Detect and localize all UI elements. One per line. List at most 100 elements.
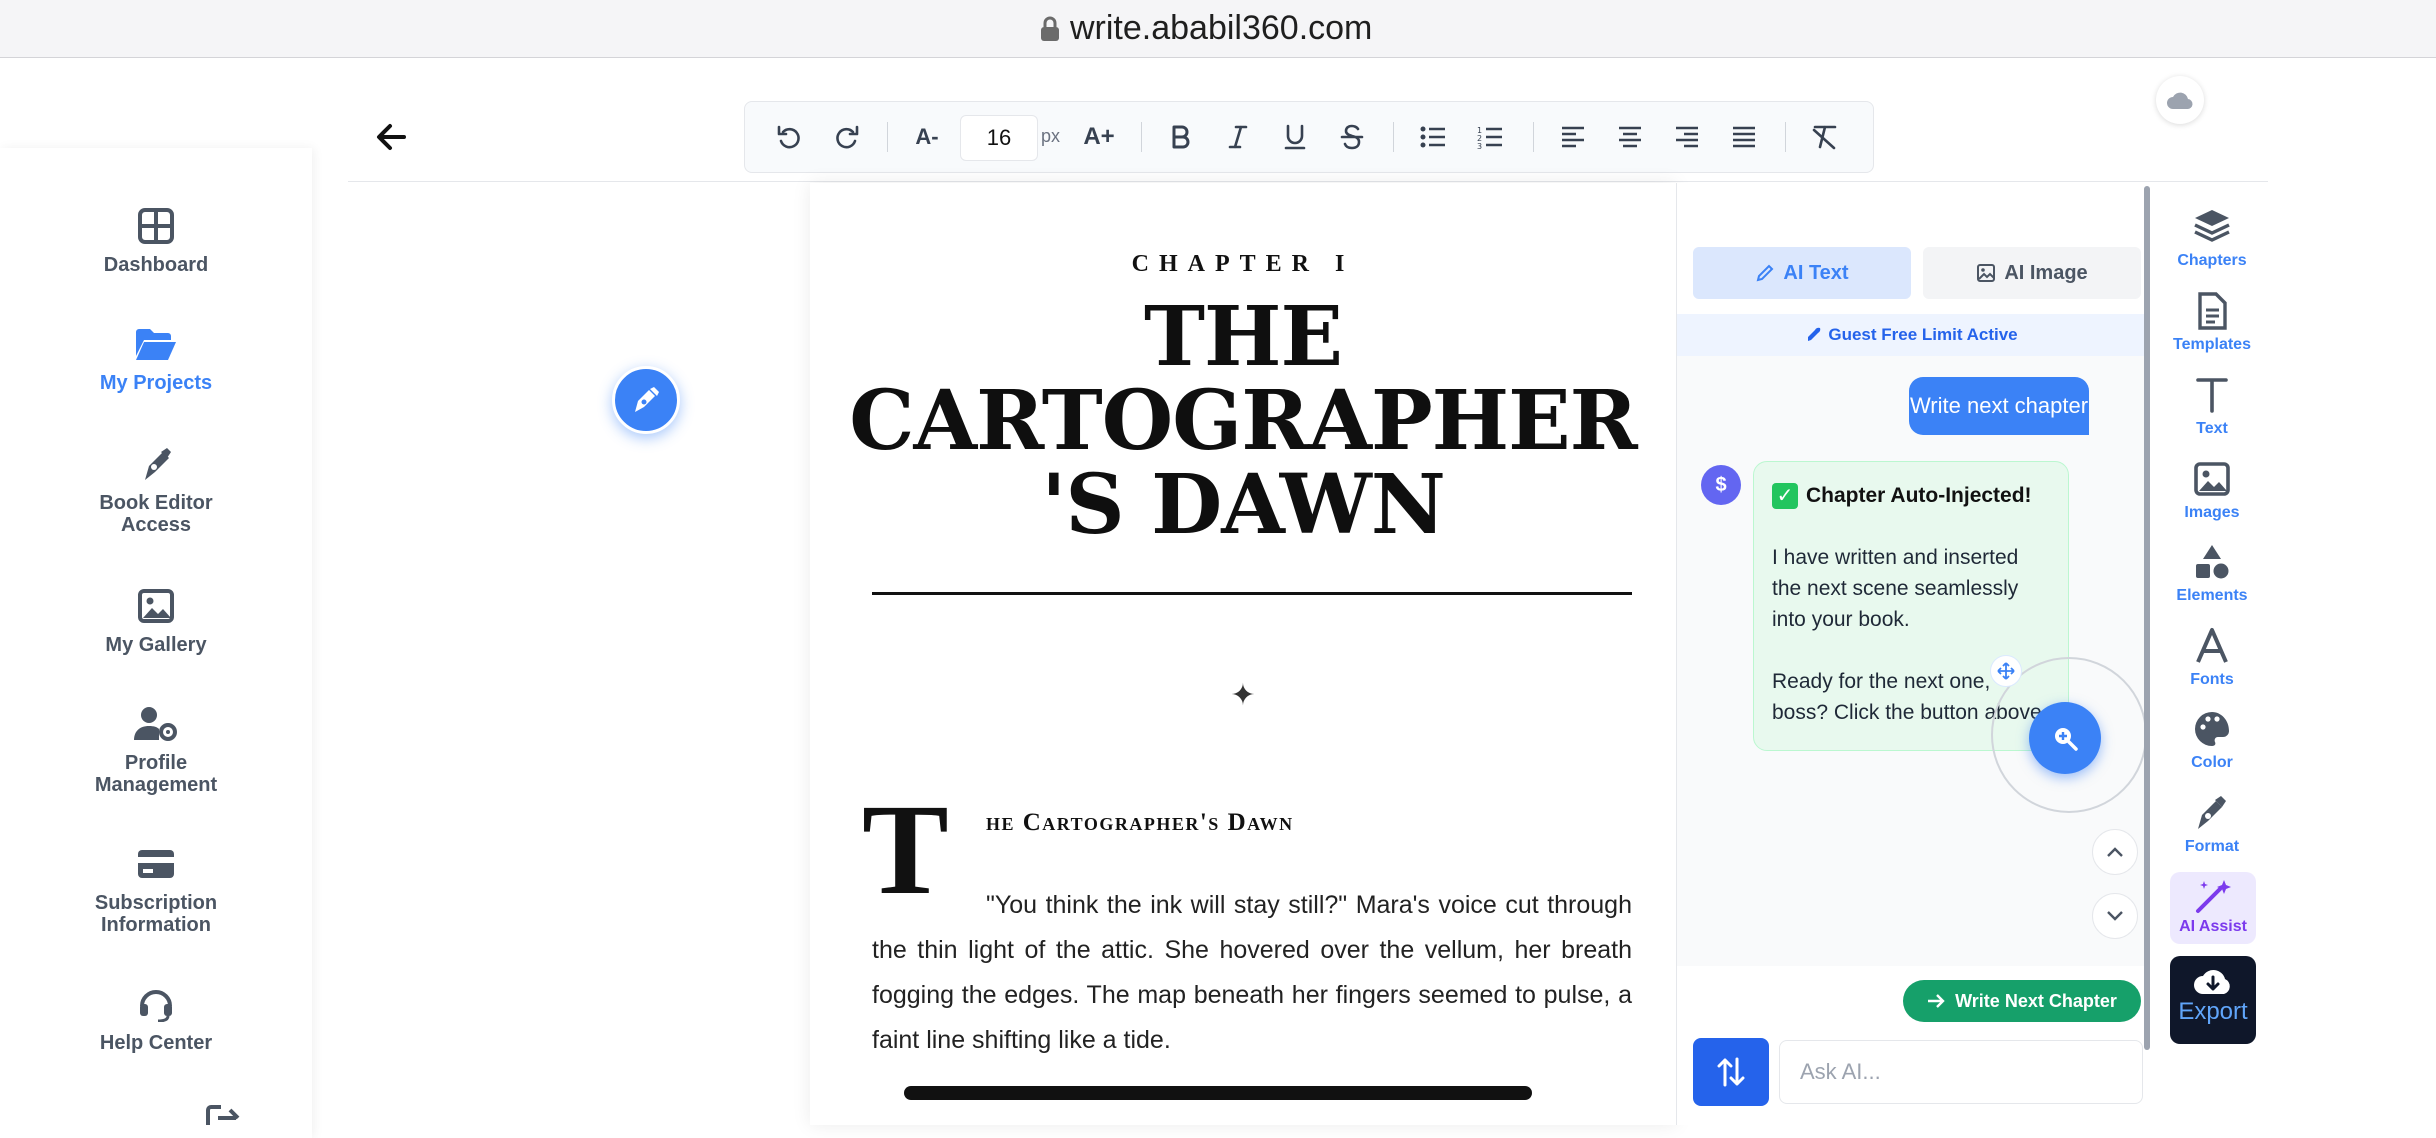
file-text-icon (2198, 292, 2227, 330)
pen-nib-icon (2198, 796, 2226, 829)
rail-item-fonts[interactable]: Fonts (2170, 627, 2254, 689)
strikethrough-icon (1340, 124, 1364, 150)
align-left-icon (1562, 126, 1584, 148)
sidebar-item-help-center[interactable]: Help Center (0, 986, 312, 1054)
italic-icon (1228, 125, 1248, 149)
rail-item-label: Format (2184, 838, 2240, 855)
align-left-button[interactable] (1557, 121, 1589, 153)
title-line: THE (1144, 289, 1343, 385)
zoom-in-icon (2055, 728, 2078, 751)
align-right-icon (1676, 126, 1698, 148)
bot-message-title: Chapter Auto-Injected! (1806, 484, 2032, 507)
scroll-up-button[interactable] (2092, 829, 2138, 875)
folder-open-icon (136, 329, 176, 360)
sidebar-item-dashboard[interactable]: Dashboard (0, 208, 312, 276)
chevron-up-icon (2107, 847, 2123, 857)
zoom-button[interactable] (2029, 702, 2101, 774)
rail-item-images[interactable]: Images (2170, 460, 2254, 522)
rail-item-label: AI Assist (2179, 918, 2247, 935)
image-icon (2194, 462, 2230, 496)
toolbar-divider (887, 122, 888, 152)
document-page[interactable]: CHAPTER I THE CARTOGRAPHER 'S DAWN ✦ T h… (810, 183, 1676, 1125)
horizontal-scrollbar[interactable] (904, 1086, 1532, 1100)
sidebar-item-label: Book Editor Access (99, 492, 213, 536)
sidebar-item-profile-management[interactable]: Profile Management (0, 706, 312, 796)
strikethrough-button[interactable] (1336, 121, 1368, 153)
cloud-sync-button[interactable] (2156, 76, 2204, 124)
undo-button[interactable] (773, 121, 805, 153)
align-justify-icon (1733, 126, 1755, 148)
user-message: Write next chapter (1909, 377, 2089, 435)
check-mark-icon: ✓ (1772, 482, 1798, 509)
rail-item-label: Text (2196, 420, 2228, 437)
bullet-list-button[interactable] (1417, 121, 1449, 153)
title-divider (872, 592, 1632, 595)
move-icon (1997, 662, 2015, 680)
lock-icon (1041, 16, 1059, 41)
rail-item-ai-assist[interactable]: AI Assist (2170, 872, 2256, 944)
rail-item-chapters[interactable]: Chapters (2170, 208, 2254, 270)
logout-icon[interactable] (204, 1104, 240, 1125)
italic-button[interactable] (1222, 121, 1254, 153)
floating-edit-button[interactable] (612, 366, 680, 434)
image-icon (138, 589, 174, 623)
tab-ai-text[interactable]: AI Text (1693, 247, 1911, 299)
rocket-icon (1808, 327, 1821, 341)
browser-address-bar[interactable]: write.ababil360.com (0, 0, 2436, 58)
export-label: Export (2178, 998, 2248, 1025)
clear-format-button[interactable] (1809, 121, 1841, 153)
rail-item-label: Templates (2173, 336, 2251, 353)
rail-item-label: Elements (2176, 587, 2248, 604)
rail-item-elements[interactable]: Elements (2170, 543, 2254, 605)
headset-icon (140, 990, 172, 1022)
clear-format-icon (1812, 125, 1837, 150)
sidebar-item-subscription-information[interactable]: Subscription Information (0, 846, 312, 936)
align-justify-button[interactable] (1728, 121, 1760, 153)
sidebar-item-my-projects[interactable]: My Projects (0, 326, 312, 394)
arrow-right-icon (1928, 994, 1945, 1008)
align-right-button[interactable] (1671, 121, 1703, 153)
tab-ai-image[interactable]: AI Image (1923, 247, 2141, 299)
pen-nib-icon (635, 387, 659, 412)
drag-handle[interactable] (1990, 655, 2022, 687)
toolbar-divider (1141, 122, 1142, 152)
rail-item-text[interactable]: Text (2170, 376, 2254, 438)
rail-item-color[interactable]: Color (2170, 710, 2254, 772)
toolbar-divider-line (348, 181, 2268, 182)
rail-item-label: Fonts (2190, 671, 2234, 688)
numbered-list-button[interactable]: 123 (1474, 121, 1506, 153)
rail-item-label: Color (2191, 754, 2233, 771)
ask-ai-input[interactable] (1779, 1040, 2143, 1104)
swap-button[interactable] (1693, 1038, 1769, 1106)
export-button[interactable]: Export (2170, 956, 2256, 1044)
undo-icon (777, 125, 800, 149)
body-paragraph[interactable]: "You think the ink will stay still?" Mar… (872, 883, 1632, 1063)
scroll-down-button[interactable] (2092, 893, 2138, 939)
vertical-scrollbar[interactable] (2144, 186, 2150, 1050)
rail-item-templates[interactable]: Templates (2170, 292, 2254, 354)
book-title[interactable]: THE CARTOGRAPHER 'S DAWN (810, 295, 1676, 547)
increase-font-button[interactable]: A+ (1083, 121, 1115, 153)
title-line: 'S DAWN (1041, 457, 1446, 553)
align-center-button[interactable] (1614, 121, 1646, 153)
bot-message-text: I have written and inserted the next sce… (1772, 546, 2019, 631)
url-display[interactable]: write.ababil360.com (1040, 9, 1372, 48)
bold-button[interactable] (1165, 121, 1197, 153)
font-size-input[interactable] (960, 115, 1038, 161)
palette-icon (2195, 712, 2229, 746)
redo-button[interactable] (831, 121, 863, 153)
sidebar-item-label: Profile Management (94, 752, 218, 796)
cloud-download-icon (2194, 970, 2230, 994)
back-arrow-icon[interactable] (374, 120, 408, 154)
sidebar-item-my-gallery[interactable]: My Gallery (0, 588, 312, 656)
underline-button[interactable] (1279, 121, 1311, 153)
sidebar-item-book-editor-access[interactable]: Book Editor Access (0, 446, 312, 536)
rail-item-format[interactable]: Format (2170, 794, 2254, 856)
decrease-font-button[interactable]: A- (911, 121, 943, 153)
toolbar-divider (1533, 122, 1534, 152)
sidebar-item-label: Help Center (99, 1032, 213, 1054)
url-text: write.ababil360.com (1070, 9, 1373, 47)
chevron-down-icon (2107, 911, 2123, 921)
toolbar-divider (1785, 122, 1786, 152)
write-next-chapter-button[interactable]: Write Next Chapter (1903, 980, 2141, 1022)
